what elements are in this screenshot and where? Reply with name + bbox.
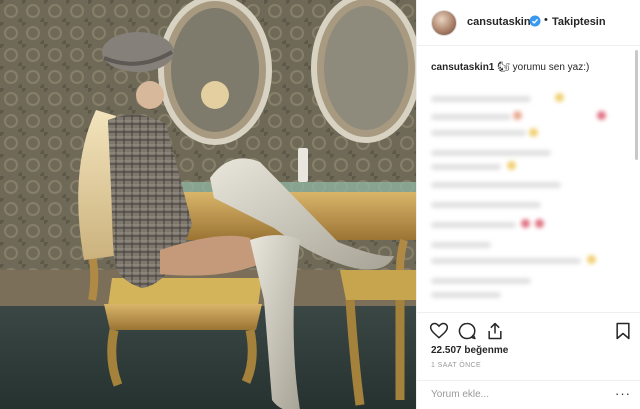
blurred-comment (431, 242, 491, 248)
newsboy-cap (102, 32, 174, 72)
blurred-comment (431, 278, 531, 284)
add-comment-bar: Yorum ekle... ··· (417, 380, 640, 409)
caption-emoji: 🐿 (497, 62, 510, 73)
right-stool (340, 270, 416, 300)
post-header: cansutaskin1 • Takiptesin (417, 0, 640, 46)
caption-username[interactable]: cansutaskin1 (431, 62, 494, 73)
heart-icon[interactable] (429, 321, 449, 341)
scrollbar[interactable] (635, 50, 638, 160)
blurred-comment (431, 164, 501, 170)
blurred-comment (431, 130, 526, 136)
bookmark-icon[interactable] (613, 321, 633, 341)
blurred-emoji (535, 219, 544, 228)
blurred-comment (431, 222, 516, 228)
blurred-emoji (513, 111, 522, 120)
blurred-comment (431, 202, 541, 208)
blurred-emoji (597, 111, 606, 120)
comments-list[interactable]: cansutaskin1 🐿 yorumu sen yaz:) (417, 46, 640, 306)
post-side-panel: cansutaskin1 • Takiptesin cansutaskin1 🐿… (416, 0, 640, 409)
likes-number: 22.507 (431, 345, 462, 356)
share-icon[interactable] (485, 321, 505, 341)
blurred-emoji (529, 128, 538, 137)
blurred-comment (431, 114, 511, 120)
comment-icon[interactable] (457, 321, 477, 341)
photo-illustration (0, 0, 416, 409)
verified-badge-icon (529, 15, 541, 27)
blurred-emoji (555, 93, 564, 102)
blurred-comment (431, 150, 551, 156)
caption-text: yorumu sen yaz:) (512, 62, 590, 73)
blurred-comment (431, 182, 561, 188)
likes-count[interactable]: 22.507 beğenme (431, 345, 508, 356)
mirror-reflection (201, 81, 229, 109)
post-timestamp[interactable]: 1 SAAT ÖNCE (431, 362, 481, 369)
left-mirror-glass (171, 8, 259, 132)
avatar[interactable] (431, 10, 457, 36)
face (136, 81, 164, 109)
blurred-emoji (521, 219, 530, 228)
separator-dot: • (544, 14, 548, 26)
follow-status-button[interactable]: Takiptesin (552, 16, 606, 28)
bottle (298, 148, 308, 182)
comment-input[interactable]: Yorum ekle... (431, 389, 489, 400)
post-photo[interactable] (0, 0, 416, 409)
blurred-emoji (507, 161, 516, 170)
blurred-comment (431, 292, 501, 298)
blurred-comment (431, 96, 531, 102)
blurred-comment (431, 258, 581, 264)
likes-label: beğenme (464, 345, 509, 356)
action-bar (417, 312, 640, 346)
stool-frame (104, 304, 262, 330)
more-options-icon[interactable]: ··· (615, 386, 631, 401)
caption: cansutaskin1 🐿 yorumu sen yaz:) (431, 62, 589, 73)
username-link[interactable]: cansutaskin1 (467, 16, 537, 28)
blurred-emoji (587, 255, 596, 264)
right-mirror-glass (324, 6, 408, 130)
